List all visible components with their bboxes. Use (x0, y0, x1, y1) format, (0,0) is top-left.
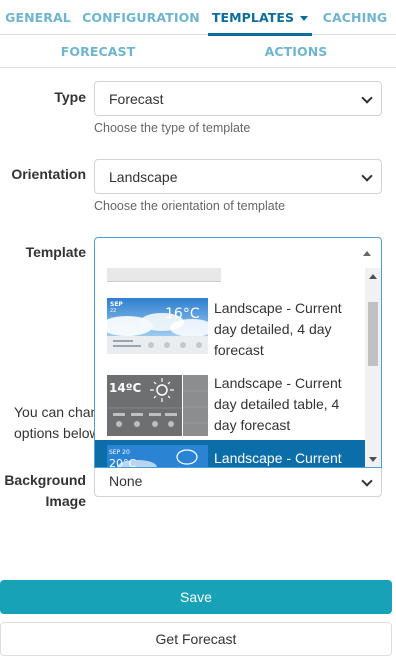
tab-templates-label: TEMPLATES (211, 10, 295, 25)
tab-configuration-label: CONFIGURATION (82, 10, 200, 25)
background-label-line1: Background (4, 472, 86, 488)
tab-caching[interactable]: CACHING (314, 0, 396, 35)
chevron-down-icon (361, 92, 373, 104)
caret-down-icon (300, 15, 309, 21)
scroll-down-arrow-icon[interactable] (369, 457, 377, 462)
type-label: Type (54, 89, 86, 105)
caret-up-icon (363, 251, 371, 256)
tab-caching-label: CACHING (322, 10, 388, 25)
background-select[interactable]: None (94, 464, 382, 497)
chevron-down-icon (361, 170, 373, 182)
gray-template-thumbnail: 14ºC (107, 375, 208, 436)
tab-templates[interactable]: TEMPLATES (206, 0, 314, 36)
sub-tabs: FORECAST ACTIONS (0, 35, 396, 68)
thumb-date-text: SEP 20 (109, 449, 130, 456)
blue-template-thumbnail: SEP 20 20°C (107, 445, 208, 468)
template-option-list: SEP 22 16°C Landscape - Current day deta… (95, 268, 365, 468)
template-dropdown[interactable]: SEP 22 16°C Landscape - Current day deta… (94, 268, 382, 468)
tab-configuration[interactable]: CONFIGURATION (76, 0, 206, 35)
scrollbar-thumb[interactable] (368, 302, 378, 366)
background-label: Background Image (0, 470, 86, 512)
tab-general-label: GENERAL (5, 10, 71, 25)
orientation-select[interactable]: Landscape (94, 159, 382, 194)
scroll-up-arrow-icon[interactable] (369, 274, 377, 279)
thumb-date-text: SEP (110, 301, 123, 308)
save-button[interactable]: Save (0, 580, 392, 614)
background-label-line2: Image (45, 493, 86, 509)
main-tabs: GENERAL CONFIGURATION TEMPLATES CACHING (0, 0, 396, 36)
partial-thumbnail (107, 268, 221, 282)
orientation-select-value: Landscape (109, 168, 178, 185)
tab-general[interactable]: GENERAL (0, 0, 76, 35)
template-option-selected[interactable]: SEP 20 20°C Landscape - Current (95, 440, 365, 468)
tab-actions[interactable]: ACTIONS (196, 35, 396, 68)
type-help: Choose the type of template (94, 121, 251, 135)
template-label: Template (25, 244, 86, 260)
thumb-day-text: 22 (110, 308, 116, 314)
chevron-down-icon (361, 475, 373, 487)
get-forecast-button[interactable]: Get Forecast (0, 622, 392, 656)
type-select[interactable]: Forecast (94, 81, 382, 116)
thumb-temp-text: 16°C (165, 306, 200, 322)
template-option-label: Landscape - Current (214, 450, 342, 466)
template-option-label: Landscape - Current day detailed, 4 day … (214, 300, 342, 358)
tab-forecast[interactable]: FORECAST (0, 35, 196, 68)
type-select-value: Forecast (109, 90, 164, 107)
thumb-temp-text: 14ºC (109, 381, 141, 395)
orientation-label: Orientation (11, 166, 86, 182)
template-select[interactable] (94, 237, 382, 269)
background-select-value: None (109, 472, 143, 489)
tab-forecast-label: FORECAST (60, 44, 136, 59)
template-option-label: Landscape - Current day detailed table, … (214, 375, 342, 433)
template-option[interactable]: SEP 22 16°C Landscape - Current day deta… (95, 290, 365, 365)
template-option[interactable]: 14ºC Landscape - Current day detailed ta… (95, 365, 365, 440)
dropdown-scrollbar[interactable] (365, 268, 381, 467)
tab-actions-label: ACTIONS (264, 44, 328, 59)
sky-template-thumbnail: SEP 22 16°C (107, 298, 208, 354)
thumb-temp-text: 20°C (109, 457, 136, 468)
orientation-help: Choose the orientation of template (94, 199, 286, 213)
